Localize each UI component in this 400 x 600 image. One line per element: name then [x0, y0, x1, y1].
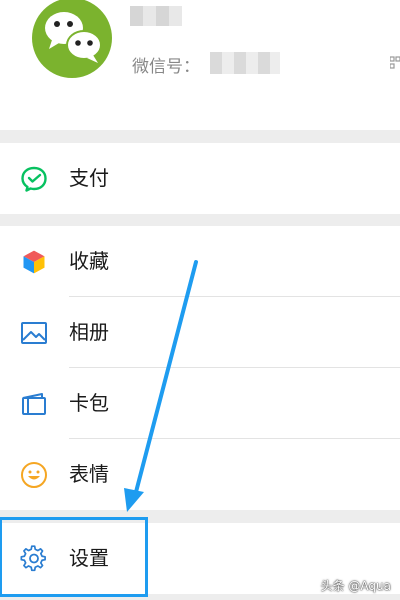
- wechat-id-label: 微信号：: [132, 57, 200, 77]
- cube-icon: [22, 249, 46, 275]
- menu-item-album-label: 相册: [69, 320, 109, 344]
- menu-item-cards-label: 卡包: [69, 391, 109, 415]
- smile-icon: [21, 462, 47, 488]
- menu-item-stickers[interactable]: 表情: [0, 439, 400, 510]
- watermark-text: 头条 @Aqua: [320, 579, 391, 593]
- nickname-blurred: [130, 6, 182, 26]
- menu-item-pay[interactable]: 支付: [0, 143, 400, 214]
- wechat-id-blurred: [210, 52, 280, 74]
- profile-header[interactable]: 微信号：: [0, 0, 400, 130]
- settings-highlight-box: [0, 517, 148, 597]
- menu-item-album[interactable]: 相册: [0, 297, 400, 368]
- menu-item-cards[interactable]: 卡包: [0, 368, 400, 439]
- menu-item-pay-label: 支付: [69, 166, 109, 190]
- menu-item-favorites-label: 收藏: [69, 249, 109, 273]
- pay-check-icon: [21, 166, 47, 192]
- menu-item-stickers-label: 表情: [69, 462, 109, 486]
- qr-code-icon[interactable]: [390, 56, 400, 70]
- image-icon: [21, 322, 47, 344]
- wallet-icon: [22, 393, 46, 415]
- menu-item-favorites[interactable]: 收藏: [0, 226, 400, 297]
- avatar-wechat-logo-icon[interactable]: [32, 0, 112, 78]
